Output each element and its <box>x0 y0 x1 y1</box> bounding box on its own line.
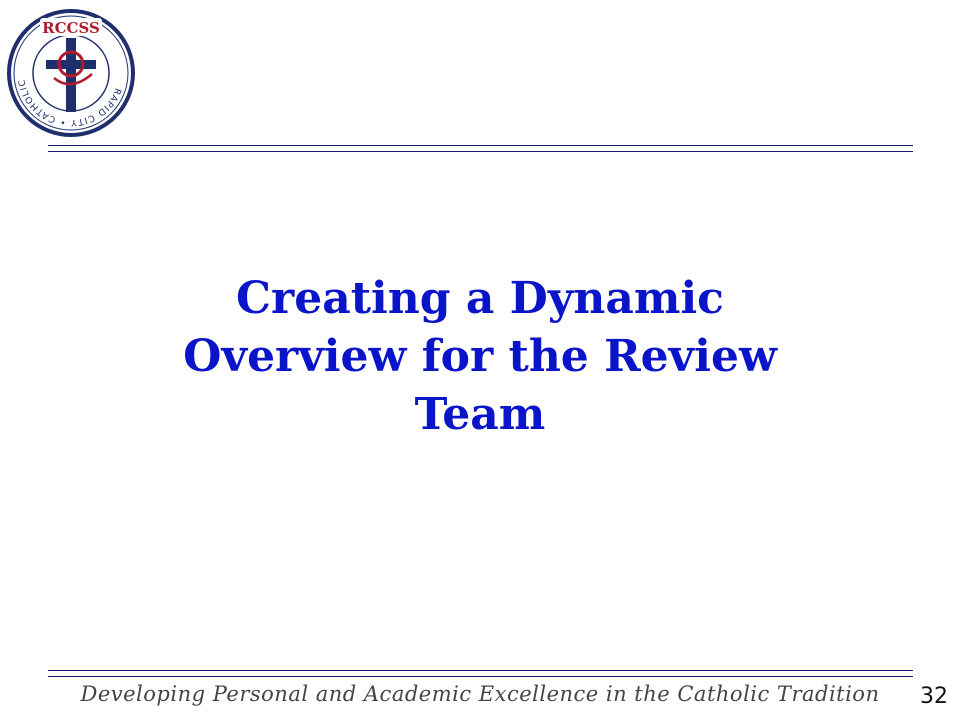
slide-title: Creating a Dynamic Overview for the Revi… <box>90 270 870 444</box>
footer-tagline: Developing Personal and Academic Excelle… <box>80 682 880 706</box>
rccss-logo: RAPID CITY • CATHOLIC • SCHOOL • SYSTEM … <box>6 8 135 137</box>
title-line: Creating a Dynamic <box>236 273 724 324</box>
logo-acronym: RCCSS <box>42 19 100 37</box>
title-line: Overview for the Review <box>183 331 777 382</box>
page-number: 32 <box>920 684 948 709</box>
title-line: Team <box>414 389 546 440</box>
bottom-rule-2 <box>48 676 913 677</box>
top-rule-1 <box>48 145 913 146</box>
slide: RAPID CITY • CATHOLIC • SCHOOL • SYSTEM … <box>0 0 960 720</box>
top-rule-2 <box>48 151 913 152</box>
bottom-rule-1 <box>48 670 913 671</box>
